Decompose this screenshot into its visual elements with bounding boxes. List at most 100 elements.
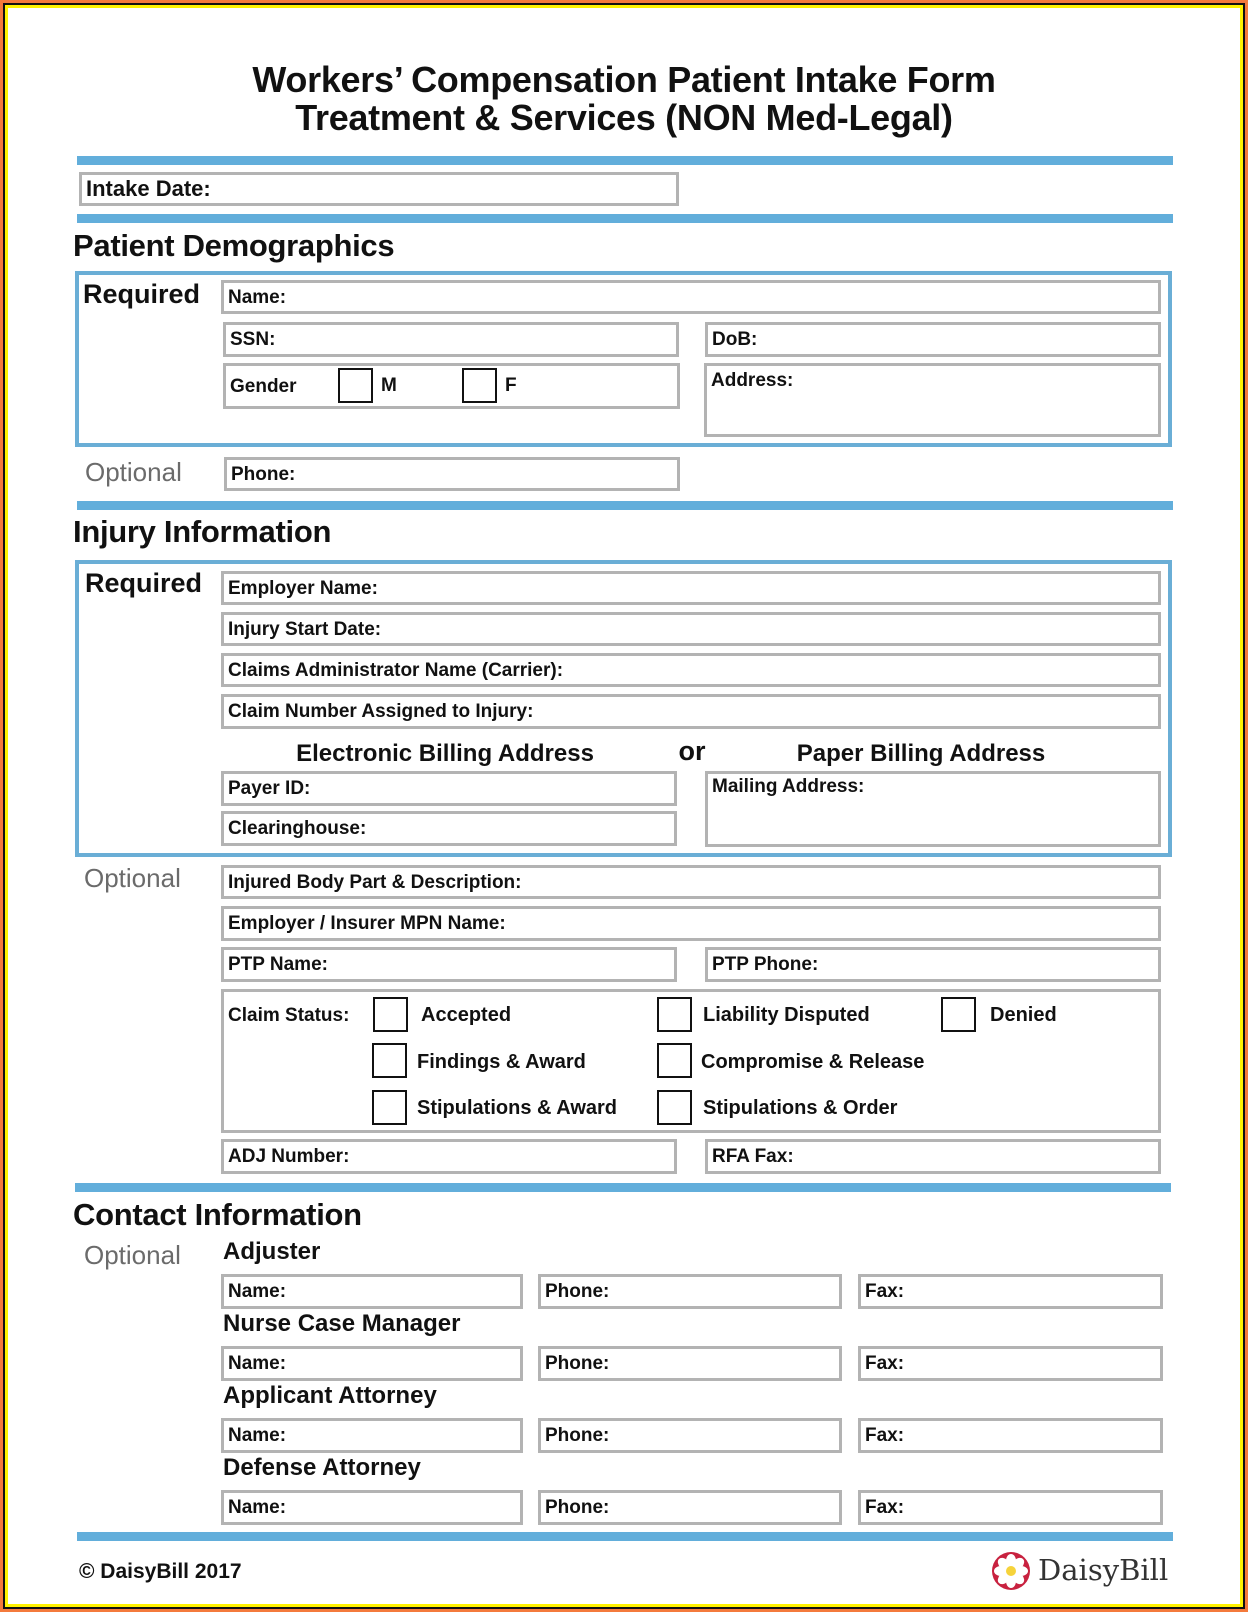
payer-id-field[interactable]: Payer ID: bbox=[221, 771, 677, 806]
mpn-name-label: Employer / Insurer MPN Name: bbox=[228, 913, 506, 934]
applicant-attorney-fax-label: Fax: bbox=[865, 1425, 905, 1446]
adjuster-phone-field[interactable]: Phone: bbox=[538, 1274, 842, 1309]
section-divider bbox=[75, 1183, 1171, 1192]
logo-wordmark: DaisyBill bbox=[1038, 1553, 1169, 1587]
applicant-attorney-fax-field[interactable]: Fax: bbox=[858, 1418, 1163, 1453]
required-label: Required bbox=[85, 568, 203, 598]
nurse-case-manager-phone-label: Phone: bbox=[545, 1353, 610, 1374]
defense-attorney-name-label: Name: bbox=[228, 1497, 287, 1518]
claim-status-stipulations-order-checkbox[interactable] bbox=[657, 1090, 692, 1125]
nurse-case-manager-fax-label: Fax: bbox=[865, 1353, 905, 1374]
dob-label: DoB: bbox=[712, 329, 758, 350]
patient-name-label: Name: bbox=[228, 287, 287, 308]
applicant-attorney-heading: Applicant Attorney bbox=[223, 1382, 437, 1409]
patient-phone-field[interactable]: Phone: bbox=[224, 457, 680, 491]
claim-status-denied-checkbox[interactable] bbox=[941, 997, 976, 1032]
dob-field[interactable]: DoB: bbox=[705, 322, 1161, 357]
intake-date-label: Intake Date: bbox=[86, 176, 211, 201]
patient-name-field[interactable]: Name: bbox=[221, 280, 1161, 314]
defense-attorney-phone-field[interactable]: Phone: bbox=[538, 1490, 842, 1525]
paper-billing-heading: Paper Billing Address bbox=[796, 740, 1046, 767]
claim-status-liability-disputed-label: Liability Disputed bbox=[703, 1004, 870, 1026]
claims-administrator-label: Claims Administrator Name (Carrier): bbox=[228, 660, 564, 681]
form-title: Workers’ Compensation Patient Intake For… bbox=[252, 59, 996, 100]
claim-number-field[interactable]: Claim Number Assigned to Injury: bbox=[221, 694, 1161, 729]
form-subtitle: Treatment & Services (NON Med-Legal) bbox=[295, 97, 953, 138]
claims-administrator-field[interactable]: Claims Administrator Name (Carrier): bbox=[221, 653, 1161, 687]
clearinghouse-field[interactable]: Clearinghouse: bbox=[221, 811, 677, 846]
employer-name-label: Employer Name: bbox=[228, 578, 378, 599]
address-field[interactable]: Address: bbox=[704, 363, 1161, 437]
clearinghouse-label: Clearinghouse: bbox=[228, 818, 367, 839]
claim-status-label: Claim Status: bbox=[228, 1005, 350, 1026]
rfa-fax-field[interactable]: RFA Fax: bbox=[705, 1139, 1161, 1174]
nurse-case-manager-name-label: Name: bbox=[228, 1353, 287, 1374]
gender-label: Gender bbox=[230, 376, 297, 397]
ptp-phone-field[interactable]: PTP Phone: bbox=[705, 947, 1161, 982]
daisy-flower-icon bbox=[992, 1552, 1030, 1590]
gender-m-checkbox[interactable] bbox=[338, 368, 373, 403]
copyright-text: © DaisyBill 2017 bbox=[79, 1560, 242, 1583]
mpn-name-field[interactable]: Employer / Insurer MPN Name: bbox=[221, 906, 1161, 941]
adjuster-heading: Adjuster bbox=[223, 1238, 321, 1265]
claim-status-stipulations-award-checkbox[interactable] bbox=[372, 1090, 407, 1125]
injury-start-date-field[interactable]: Injury Start Date: bbox=[221, 612, 1161, 646]
applicant-attorney-name-field[interactable]: Name: bbox=[221, 1418, 523, 1453]
contact-information-heading: Contact Information bbox=[73, 1197, 362, 1232]
ssn-label: SSN: bbox=[230, 329, 276, 350]
patient-phone-label: Phone: bbox=[231, 464, 296, 485]
adjuster-name-label: Name: bbox=[228, 1281, 287, 1302]
optional-label: Optional bbox=[84, 1240, 181, 1270]
rfa-fax-label: RFA Fax: bbox=[712, 1146, 794, 1167]
gender-f-label: F bbox=[505, 375, 517, 396]
address-label: Address: bbox=[711, 370, 794, 391]
injured-body-part-label: Injured Body Part & Description: bbox=[228, 872, 522, 893]
section-divider bbox=[77, 501, 1173, 510]
claim-status-accepted-label: Accepted bbox=[421, 1004, 512, 1026]
optional-label: Optional bbox=[84, 863, 181, 893]
claim-status-liability-disputed-checkbox[interactable] bbox=[657, 997, 692, 1032]
optional-label: Optional bbox=[85, 457, 182, 487]
section-divider bbox=[77, 156, 1173, 165]
ptp-name-field[interactable]: PTP Name: bbox=[221, 947, 677, 982]
applicant-attorney-phone-field[interactable]: Phone: bbox=[538, 1418, 842, 1453]
claim-status-stipulations-award-label: Stipulations & Award bbox=[417, 1097, 618, 1119]
claim-status-accepted-checkbox[interactable] bbox=[373, 997, 408, 1032]
adj-number-field[interactable]: ADJ Number: bbox=[221, 1139, 677, 1174]
mailing-address-label: Mailing Address: bbox=[712, 776, 865, 797]
adj-number-label: ADJ Number: bbox=[228, 1146, 350, 1167]
claim-number-label: Claim Number Assigned to Injury: bbox=[228, 701, 534, 722]
intake-date-field[interactable]: Intake Date: bbox=[79, 172, 679, 206]
electronic-billing-heading: Electronic Billing Address bbox=[296, 740, 594, 767]
injury-start-date-label: Injury Start Date: bbox=[228, 619, 382, 640]
gender-m-label: M bbox=[381, 375, 397, 396]
nurse-case-manager-phone-field[interactable]: Phone: bbox=[538, 1346, 842, 1381]
nurse-case-manager-fax-field[interactable]: Fax: bbox=[858, 1346, 1163, 1381]
injured-body-part-field[interactable]: Injured Body Part & Description: bbox=[221, 865, 1161, 899]
claim-status-denied-label: Denied bbox=[990, 1004, 1057, 1026]
patient-demographics-heading: Patient Demographics bbox=[73, 228, 395, 263]
payer-id-label: Payer ID: bbox=[228, 778, 311, 799]
nurse-case-manager-name-field[interactable]: Name: bbox=[221, 1346, 523, 1381]
claim-status-stipulations-order-label: Stipulations & Order bbox=[703, 1097, 898, 1119]
injury-information-heading: Injury Information bbox=[73, 514, 332, 549]
required-label: Required bbox=[83, 279, 201, 309]
defense-attorney-phone-label: Phone: bbox=[545, 1497, 610, 1518]
claim-status-compromise-release-checkbox[interactable] bbox=[657, 1043, 692, 1078]
ssn-field[interactable]: SSN: bbox=[223, 322, 679, 357]
section-divider bbox=[77, 1532, 1173, 1541]
claim-status-findings-award-checkbox[interactable] bbox=[372, 1043, 407, 1078]
adjuster-phone-label: Phone: bbox=[545, 1281, 610, 1302]
ptp-phone-label: PTP Phone: bbox=[712, 954, 819, 975]
defense-attorney-fax-field[interactable]: Fax: bbox=[858, 1490, 1163, 1525]
employer-name-field[interactable]: Employer Name: bbox=[221, 571, 1161, 605]
defense-attorney-name-field[interactable]: Name: bbox=[221, 1490, 523, 1525]
gender-f-checkbox[interactable] bbox=[462, 368, 497, 403]
applicant-attorney-name-label: Name: bbox=[228, 1425, 287, 1446]
mailing-address-field[interactable]: Mailing Address: bbox=[705, 771, 1161, 847]
adjuster-fax-field[interactable]: Fax: bbox=[858, 1274, 1163, 1309]
defense-attorney-fax-label: Fax: bbox=[865, 1497, 905, 1518]
adjuster-name-field[interactable]: Name: bbox=[221, 1274, 523, 1309]
claim-status-findings-award-label: Findings & Award bbox=[417, 1051, 586, 1073]
gender-field: Gender bbox=[223, 363, 680, 409]
